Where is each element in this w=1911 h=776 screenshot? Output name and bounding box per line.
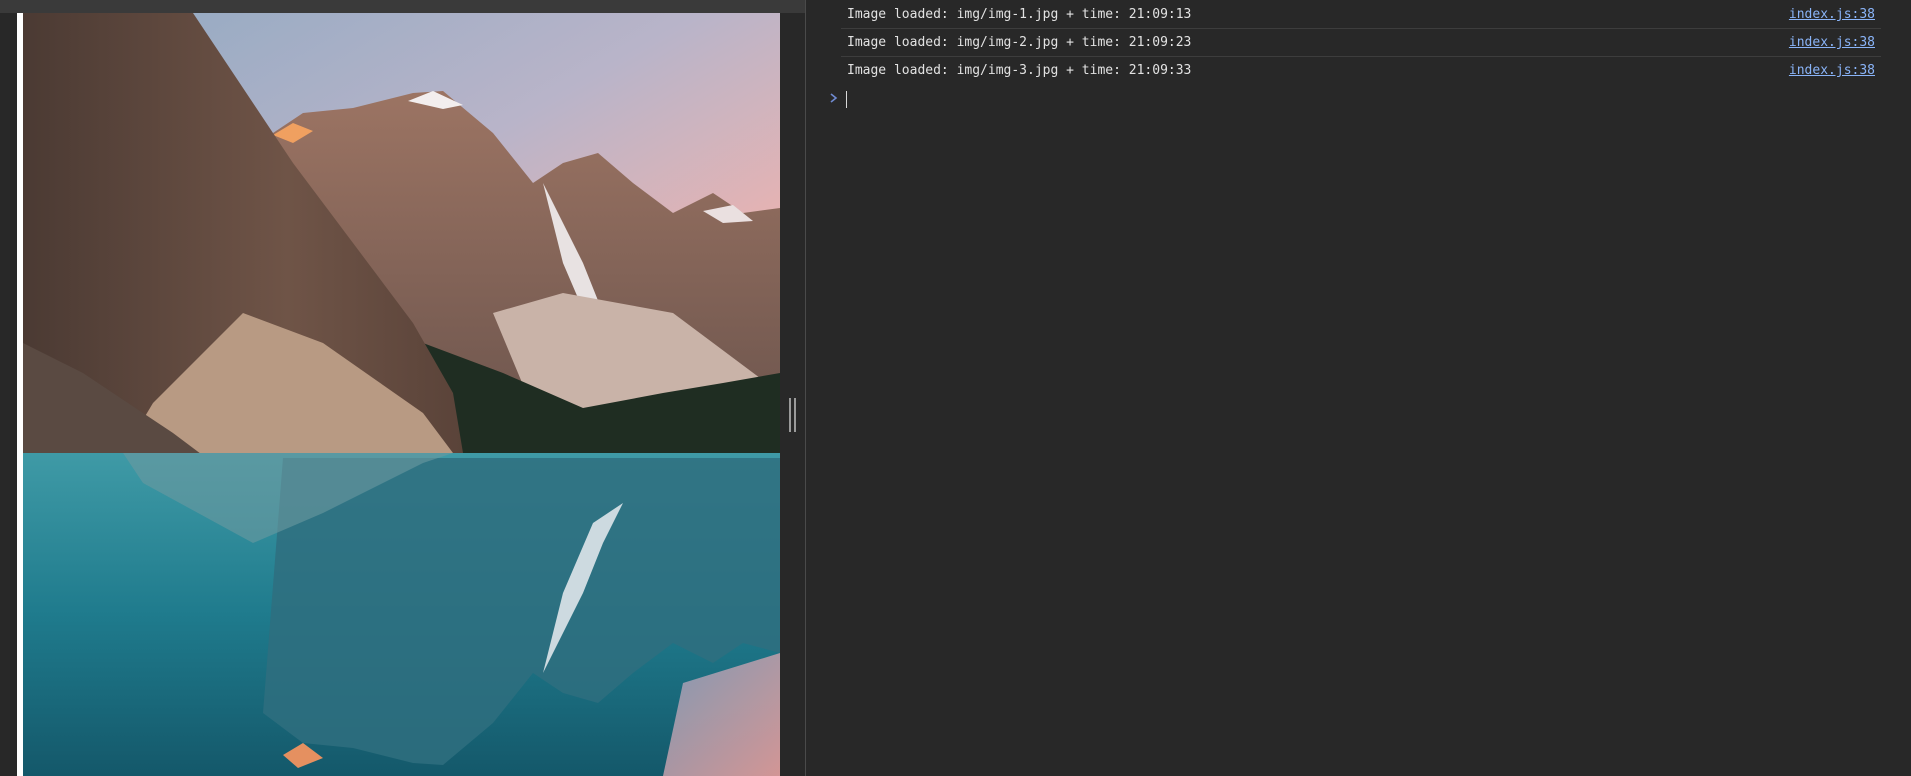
console-message: Image loaded: img/img-2.jpg + time: 21:0… xyxy=(841,29,1881,57)
console-prompt[interactable] xyxy=(822,86,1882,112)
console-message: Image loaded: img/img-3.jpg + time: 21:0… xyxy=(841,57,1881,84)
console-message-text: Image loaded: img/img-2.jpg + time: 21:0… xyxy=(847,35,1192,50)
console-panel: Image loaded: img/img-1.jpg + time: 21:0… xyxy=(806,0,1911,776)
text-caret xyxy=(846,91,847,108)
console-message: Image loaded: img/img-1.jpg + time: 21:0… xyxy=(841,1,1881,29)
preview-toolbar-strip xyxy=(0,0,805,13)
splitter-grip-icon[interactable] xyxy=(789,398,797,432)
source-link[interactable]: index.js:38 xyxy=(1789,29,1875,56)
loaded-image xyxy=(23,13,780,776)
source-link[interactable]: index.js:38 xyxy=(1789,57,1875,84)
source-link[interactable]: index.js:38 xyxy=(1789,1,1875,28)
console-message-text: Image loaded: img/img-1.jpg + time: 21:0… xyxy=(847,7,1192,22)
chevron-right-icon xyxy=(830,93,838,103)
console-message-text: Image loaded: img/img-3.jpg + time: 21:0… xyxy=(847,63,1192,78)
preview-pane xyxy=(0,0,805,776)
